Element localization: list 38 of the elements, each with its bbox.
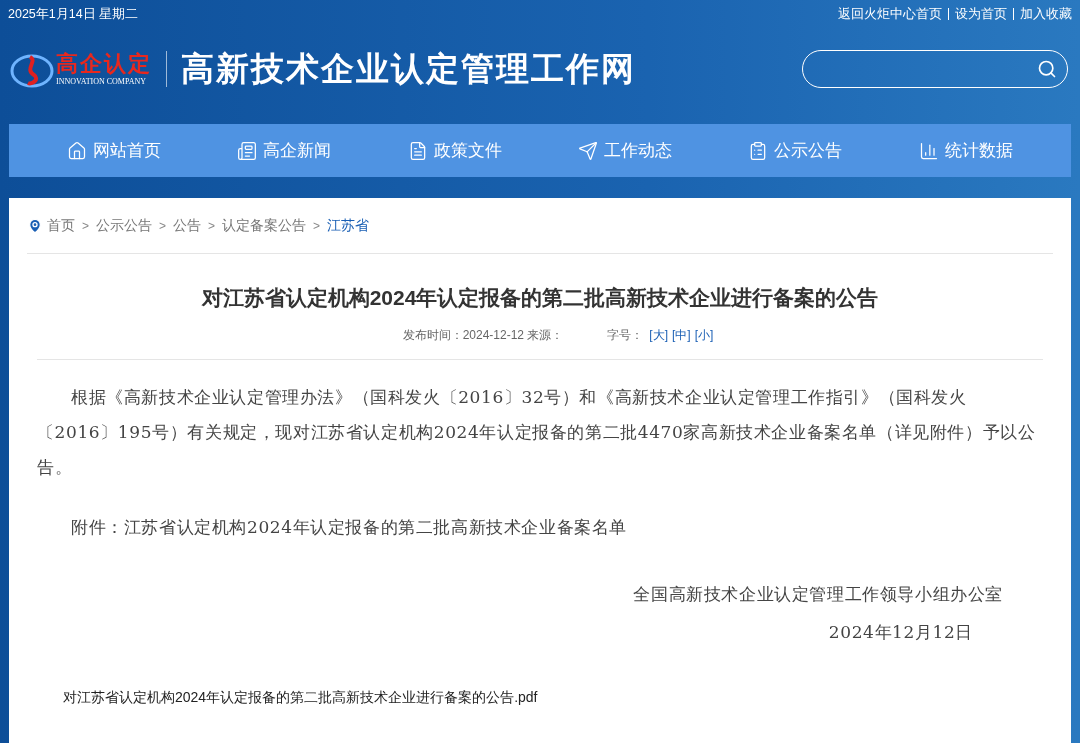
font-size-link[interactable]: [中] [672,325,691,344]
breadcrumb-link[interactable]: 首页 [47,215,75,236]
top-link[interactable]: 设为首页 [955,4,1007,24]
nav-item[interactable]: 工作动态 [578,137,673,164]
breadcrumb-link[interactable]: 公告 [173,215,202,236]
breadcrumb-separator: > [159,217,167,235]
location-pin-icon [27,217,43,234]
site-title: 高新技术企业认定管理工作网 [181,48,636,91]
article-title: 对江苏省认定机构2024年认定报备的第二批高新技术企业进行备案的公告 [201,285,879,311]
breadcrumb-link[interactable]: 公示公告 [96,215,152,236]
article-paragraph: 根据《高新技术企业认定管理办法》（国科发火〔2016〕32号）和《高新技术企业认定管理工作指引》（国科发火〔2016〕195号）有关规定，现对江苏省认定机构2024年认定报备的第二批4470家高新技术企业备案名单（详见附件）予以公告。 [37,385,1037,479]
nav-item[interactable]: 公示公告 [748,137,843,164]
breadcrumb-separator: > [208,217,216,235]
top-link[interactable]: 加入收藏 [1020,4,1072,24]
paper-plane-icon [578,140,599,161]
font-size-link[interactable]: [大] [649,325,668,344]
publish-meta: 发布时间：2024-12-12 来源： [402,326,564,344]
breadcrumb-link[interactable]: 认定备案公告 [222,215,307,236]
newspaper-icon [237,140,258,161]
font-size-link[interactable]: [小] [694,325,714,344]
breadcrumb-separator: > [82,217,89,235]
attachment-text: 附件：江苏省认定机构2024年认定报备的第二批高新技术企业备案名单 [70,515,629,539]
nav-item[interactable]: 网站首页 [67,137,162,164]
bar-chart-icon [918,140,939,161]
font-size-label: 字号： [607,326,644,344]
nav-item[interactable]: 统计数据 [918,137,1013,164]
nav-item[interactable]: 政策文件 [407,137,502,164]
top-link[interactable]: 返回火炬中心首页 [838,4,942,24]
home-icon [67,140,88,161]
nav-item[interactable]: 高企新闻 [237,137,332,164]
breadcrumb-separator: > [313,217,321,235]
logo-drawing: 高企认定 INNOVATION COMPANY [10,47,152,91]
search-icon[interactable] [1037,59,1057,79]
signature-text: 全国高新技术企业认定管理工作领导小组办公室 [633,583,1003,606]
attachment-file-link[interactable]: 对江苏省认定机构2024年认定报备的第二批高新技术企业进行备案的公告.pdf [63,687,1053,708]
signature-date: 2024年12月12日 [828,620,973,644]
date-text: 2025年1月14日 星期二 [8,5,139,23]
breadcrumb-link[interactable]: 江苏省 [327,215,370,236]
